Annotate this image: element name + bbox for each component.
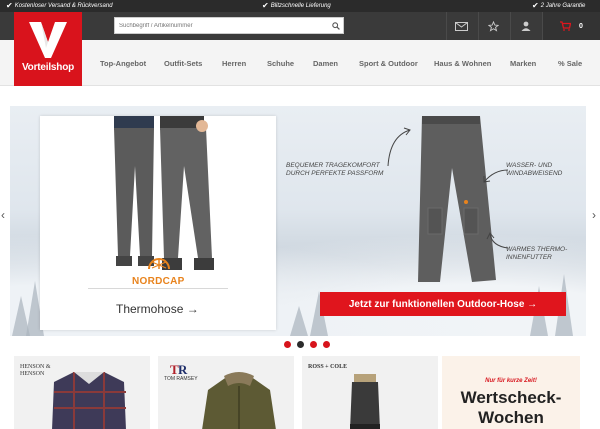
nav-item-marken[interactable]: Marken bbox=[510, 59, 536, 68]
tree-decoration bbox=[290, 306, 308, 336]
cart-icon bbox=[560, 21, 572, 31]
check-icon: ✔ bbox=[6, 1, 13, 10]
page: ✔ Kostenloser Versand & Rückversand ✔ Bl… bbox=[0, 0, 600, 429]
annotation-waterproof: Wasser- und windabweisend bbox=[506, 162, 563, 177]
promo-title-line2: Wochen bbox=[478, 408, 544, 427]
check-icon: ✔ bbox=[262, 1, 269, 10]
annotation-comfort: Bequemer Tragekomfort durch perfekte Pas… bbox=[286, 162, 384, 177]
promo-subtitle: Nur für kurze Zeit! bbox=[485, 378, 537, 384]
annotation-arrow bbox=[387, 127, 411, 167]
usp-fast-delivery: ✔ Blitzschnelle Lieferung bbox=[262, 2, 331, 10]
teaser-brand: TOM RAMSEY bbox=[164, 376, 198, 382]
shirt-image bbox=[52, 372, 126, 429]
usp-text: 2 Jahre Garantie bbox=[540, 3, 586, 9]
search-bar bbox=[114, 17, 344, 34]
annotation-arrow bbox=[483, 169, 509, 183]
cart-button[interactable]: 0 bbox=[542, 12, 600, 40]
product-link[interactable]: Thermohose → bbox=[116, 302, 199, 316]
promo-title-line1: Wertscheck- bbox=[460, 388, 562, 407]
logo-v-icon bbox=[29, 22, 67, 58]
usp-guarantee: ✔ 2 Jahre Garantie bbox=[532, 2, 585, 10]
divider bbox=[88, 288, 228, 289]
usp-text: Kostenloser Versand & Rückversand bbox=[14, 3, 113, 9]
tom-ramsey-logo-icon: TR bbox=[170, 362, 188, 376]
check-icon: ✔ bbox=[532, 1, 539, 10]
search-icon[interactable] bbox=[329, 18, 343, 33]
logo[interactable]: Vorteilshop bbox=[14, 12, 82, 86]
slider-dot[interactable] bbox=[323, 341, 330, 348]
nav-item-haus-wohnen[interactable]: Haus & Wohnen bbox=[434, 59, 491, 68]
teaser-brand: ROSS + COLE bbox=[308, 364, 348, 370]
slider-prev-icon[interactable]: ‹ bbox=[1, 208, 5, 222]
nav-item-outfit-sets[interactable]: Outfit-Sets bbox=[164, 59, 202, 68]
nav-item-top-angebot[interactable]: Top-Angebot bbox=[100, 59, 146, 68]
annotation-arrow bbox=[486, 232, 509, 249]
nav-item-damen[interactable]: Damen bbox=[313, 59, 338, 68]
logo-text: Vorteilshop bbox=[21, 62, 75, 73]
brand-name: NORDCAP bbox=[132, 276, 185, 287]
annotation-lining: Warmes Thermo-innenfutter bbox=[506, 246, 568, 261]
usp-free-shipping: ✔ Kostenloser Versand & Rückversand bbox=[6, 2, 113, 10]
mail-icon[interactable] bbox=[446, 12, 476, 40]
pants-image bbox=[418, 116, 496, 282]
teaser-wertscheck[interactable]: Nur für kurze Zeit! Wertscheck- Wochen bbox=[442, 356, 580, 429]
slider-dot[interactable] bbox=[284, 341, 291, 348]
svg-text:R: R bbox=[178, 362, 188, 376]
teaser-henson[interactable]: HENSON & HENSON bbox=[14, 356, 150, 429]
nav-item-sale[interactable]: % Sale bbox=[558, 59, 582, 68]
jacket-image bbox=[202, 372, 276, 429]
cta-button[interactable]: Jetzt zur funktionellen Outdoor-Hose → bbox=[320, 292, 566, 316]
main-nav: Top-Angebot Outfit-Sets Herren Schuhe Da… bbox=[0, 40, 600, 86]
cart-count: 0 bbox=[579, 22, 583, 30]
slider-dots bbox=[284, 341, 330, 348]
user-icon[interactable] bbox=[510, 12, 540, 40]
models-image bbox=[114, 116, 214, 270]
usp-bar: ✔ Kostenloser Versand & Rückversand ✔ Bl… bbox=[0, 0, 600, 12]
nav-item-schuhe[interactable]: Schuhe bbox=[267, 59, 294, 68]
nordcap-logo-icon bbox=[148, 258, 170, 270]
hero-banner[interactable]: NORDCAP Thermohose → Bequemer Tragekomfo… bbox=[10, 106, 586, 336]
boot-image bbox=[350, 374, 380, 429]
star-icon[interactable] bbox=[478, 12, 508, 40]
teaser-tom-ramsey[interactable]: TR TOM RAMSEY bbox=[158, 356, 294, 429]
nav-item-herren[interactable]: Herren bbox=[222, 59, 246, 68]
usp-text: Blitzschnelle Lieferung bbox=[270, 3, 331, 9]
slider-dot[interactable] bbox=[310, 341, 317, 348]
teaser-ross-cole[interactable]: ROSS + COLE bbox=[302, 356, 438, 429]
slider-next-icon[interactable]: › bbox=[592, 208, 596, 222]
slider-dot[interactable] bbox=[297, 341, 304, 348]
nav-item-sport-outdoor[interactable]: Sport & Outdoor bbox=[359, 59, 418, 68]
product-card[interactable]: NORDCAP Thermohose → bbox=[40, 116, 276, 330]
search-input[interactable] bbox=[115, 18, 329, 33]
